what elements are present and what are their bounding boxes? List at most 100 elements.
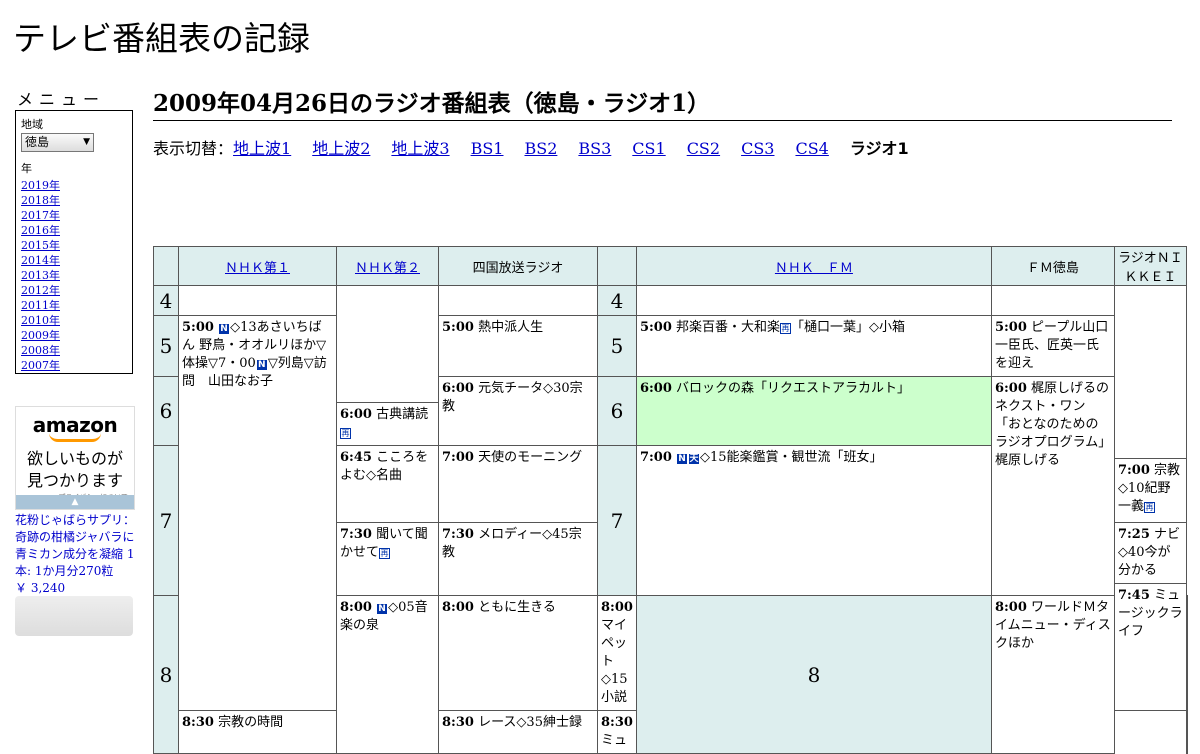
program-cell[interactable]: 7:45 ミュージックライフ <box>1113 583 1187 711</box>
program-time: 8:30 <box>182 715 214 730</box>
year-link[interactable]: 2007年 <box>21 359 60 372</box>
program-cell[interactable]: 5:00 熱中派人生 <box>438 315 598 377</box>
program-time: 8:30 <box>442 715 474 730</box>
promo-link[interactable]: 花粉じゃばらサプリ：奇跡の柑橘ジャバラに青ミカン成分を凝縮 1本: 1か月分27… <box>15 512 137 597</box>
year-link[interactable]: 2015年 <box>21 239 60 252</box>
program-cell[interactable]: 7:00 天使のモーニング <box>438 445 598 523</box>
hour-label: 8 <box>153 595 179 754</box>
year-link[interactable]: 2013年 <box>21 269 60 282</box>
program-title: ともに生きる <box>478 600 556 615</box>
program-cell[interactable]: 6:00 古典講読再 <box>336 402 439 446</box>
program-time: 6:00 <box>442 381 474 396</box>
program-cell[interactable]: 5:00 邦楽百番・大和楽再「樋口一葉」◇小箱 <box>635 315 992 377</box>
header-corner <box>597 246 637 286</box>
program-time: 5:00 <box>994 320 1027 335</box>
program-cell[interactable]: 8:30 レース◇35紳士録 <box>438 710 598 754</box>
program-cell[interactable]: 6:45 こころをよむ◇名曲 <box>336 445 439 523</box>
year-list: 2019年 2018年 2017年 2016年 2015年 2014年 2013… <box>21 178 127 373</box>
switch-link-cs3[interactable]: CS3 <box>741 139 774 158</box>
year-link[interactable]: 2016年 <box>21 224 60 237</box>
program-cell[interactable]: 8:00 N ◇05音楽の泉 <box>336 595 439 754</box>
program-title: レース◇35紳士録 <box>478 715 582 730</box>
program-cell[interactable]: 6:00 元気チータ◇30宗教 <box>438 376 598 446</box>
year-link[interactable]: 2010年 <box>21 314 60 327</box>
year-link[interactable]: 2019年 <box>21 179 60 192</box>
channel-link-nhkfm[interactable]: ＮＨＫ ＦＭ <box>775 261 853 276</box>
program-title: 古典講読 <box>376 407 429 422</box>
promo-text[interactable]: 花粉じゃばらサプリ：奇跡の柑橘ジャバラに青ミカン成分を凝縮 1本: 1か月分27… <box>15 513 135 578</box>
menu-heading: メニュー <box>17 90 106 109</box>
program-cell[interactable]: 6:00 梶原しげるのネクスト・ワン「おとなのためのラジオプログラム」梶原しげる <box>990 376 1115 596</box>
empty-slot <box>178 285 337 316</box>
news-badge-icon: N <box>677 454 688 464</box>
switch-link-terrestrial-1[interactable]: 地上波1 <box>233 139 291 158</box>
program-time: 7:30 <box>442 527 474 542</box>
program-title: ◇15能楽鑑賞・観世流「班女」 <box>700 450 883 465</box>
switch-link-cs4[interactable]: CS4 <box>795 139 828 158</box>
year-link[interactable]: 2014年 <box>21 254 60 267</box>
channel-link-nhk1[interactable]: ＮＨＫ第１ <box>225 261 290 276</box>
year-link[interactable]: 2009年 <box>21 329 60 342</box>
program-cell[interactable]: 6:00 バロックの森「リクエストアラカルト」 <box>635 376 992 446</box>
hour-label: 4 <box>153 285 179 316</box>
year-link[interactable]: 2012年 <box>21 284 60 297</box>
program-cell[interactable]: 7:30 聞いて聞かせて再 <box>336 522 439 596</box>
program-time: 6:00 <box>340 407 372 422</box>
program-cell[interactable]: 5:00 ピープル山口一臣氏、匠英一氏を迎え <box>990 315 1115 377</box>
program-cell[interactable]: 7:25 ナビ◇40今が分かる <box>1113 522 1187 584</box>
switch-link-bs1[interactable]: BS1 <box>471 139 504 158</box>
switch-link-bs2[interactable]: BS2 <box>524 139 557 158</box>
program-time: 8:00 <box>340 600 372 615</box>
program-time: 6:00 <box>639 381 672 396</box>
rerun-badge-icon: 再 <box>1143 502 1155 513</box>
news-badge-icon: N <box>377 604 388 614</box>
switch-link-cs2[interactable]: CS2 <box>687 139 720 158</box>
switch-link-terrestrial-2[interactable]: 地上波2 <box>312 139 370 158</box>
program-time: 7:45 <box>1117 588 1150 603</box>
ad-message: 欲しいものが 見つかります <box>16 448 134 492</box>
rerun-badge-icon: 再 <box>340 428 351 439</box>
view-switcher: 表示切替：地上波1 地上波2 地上波3 BS1 BS2 BS3 CS1 CS2 CS3 CS4 ラジ… <box>153 135 909 159</box>
switch-link-cs1[interactable]: CS1 <box>632 139 665 158</box>
program-time: 5:00 <box>182 320 214 335</box>
program-time: 7:00 <box>639 450 672 465</box>
channel-header-nhk2: ＮＨＫ第２ <box>336 246 439 286</box>
product-image[interactable] <box>15 596 133 636</box>
channel-link-nhk2[interactable]: ＮＨＫ第２ <box>355 261 420 276</box>
hour-label: 8 <box>635 595 992 754</box>
amazon-ad[interactable]: amazon 欲しいものが 見つかります プライバシーについて ▲ <box>15 406 135 510</box>
program-title: 宗教の時間 <box>218 715 284 730</box>
program-cell[interactable]: 5:00 N ◇13あさいちばん 野鳥・オオルリほか▽体操▽7・00 N ▽列島▽訪問… <box>178 315 337 711</box>
program-time: 7:00 <box>442 450 474 465</box>
region-label: 地域 <box>21 118 43 131</box>
ad-line-1: 欲しいものが <box>26 449 123 468</box>
menu-box: 地域 徳島 ▼ 年 2019年 2018年 2017年 2016年 2015年 … <box>15 110 133 374</box>
program-cell[interactable]: 8:00 ともに生きる <box>438 595 598 711</box>
program-cell[interactable]: 8:30 宗教の時間 <box>178 710 337 754</box>
ad-expand-bar[interactable]: ▲ <box>16 495 134 509</box>
switch-link-terrestrial-3[interactable]: 地上波3 <box>391 139 449 158</box>
news-badge-icon: N <box>219 324 230 334</box>
program-cell[interactable]: 8:00 マイペット◇15小説 <box>597 595 637 711</box>
region-selected-value: 徳島 <box>25 135 50 149</box>
region-select[interactable]: 徳島 ▼ <box>21 133 94 152</box>
hour-label: 5 <box>597 315 637 377</box>
program-time: 7:30 <box>340 527 372 542</box>
channel-header-nhkfm: ＮＨＫ ＦＭ <box>635 246 992 286</box>
program-time: 8:30 <box>601 715 633 730</box>
year-link[interactable]: 2017年 <box>21 209 60 222</box>
year-link[interactable]: 2008年 <box>21 344 60 357</box>
program-cell[interactable]: 7:00 宗教◇10紀野一義再 <box>1113 458 1187 523</box>
program-cell[interactable]: 8:30 ミュ <box>597 710 637 754</box>
program-cell[interactable]: 7:30 メロディー◇45宗教 <box>438 522 598 596</box>
program-title: バロックの森「リクエストアラカルト」 <box>676 381 911 396</box>
year-link[interactable]: 2018年 <box>21 194 60 207</box>
program-cell[interactable]: 7:00 N 天 ◇15能楽鑑賞・観世流「班女」 <box>635 445 992 596</box>
year-link[interactable]: 2011年 <box>21 299 60 312</box>
program-time: 8:00 <box>442 600 474 615</box>
amazon-logo: amazon <box>32 413 118 437</box>
empty-slot <box>1113 285 1187 459</box>
switch-link-bs3[interactable]: BS3 <box>578 139 611 158</box>
program-cell[interactable]: 8:00 ワールドＭタイムニュー・ディスクほか <box>990 595 1115 754</box>
empty-slot <box>635 285 992 316</box>
